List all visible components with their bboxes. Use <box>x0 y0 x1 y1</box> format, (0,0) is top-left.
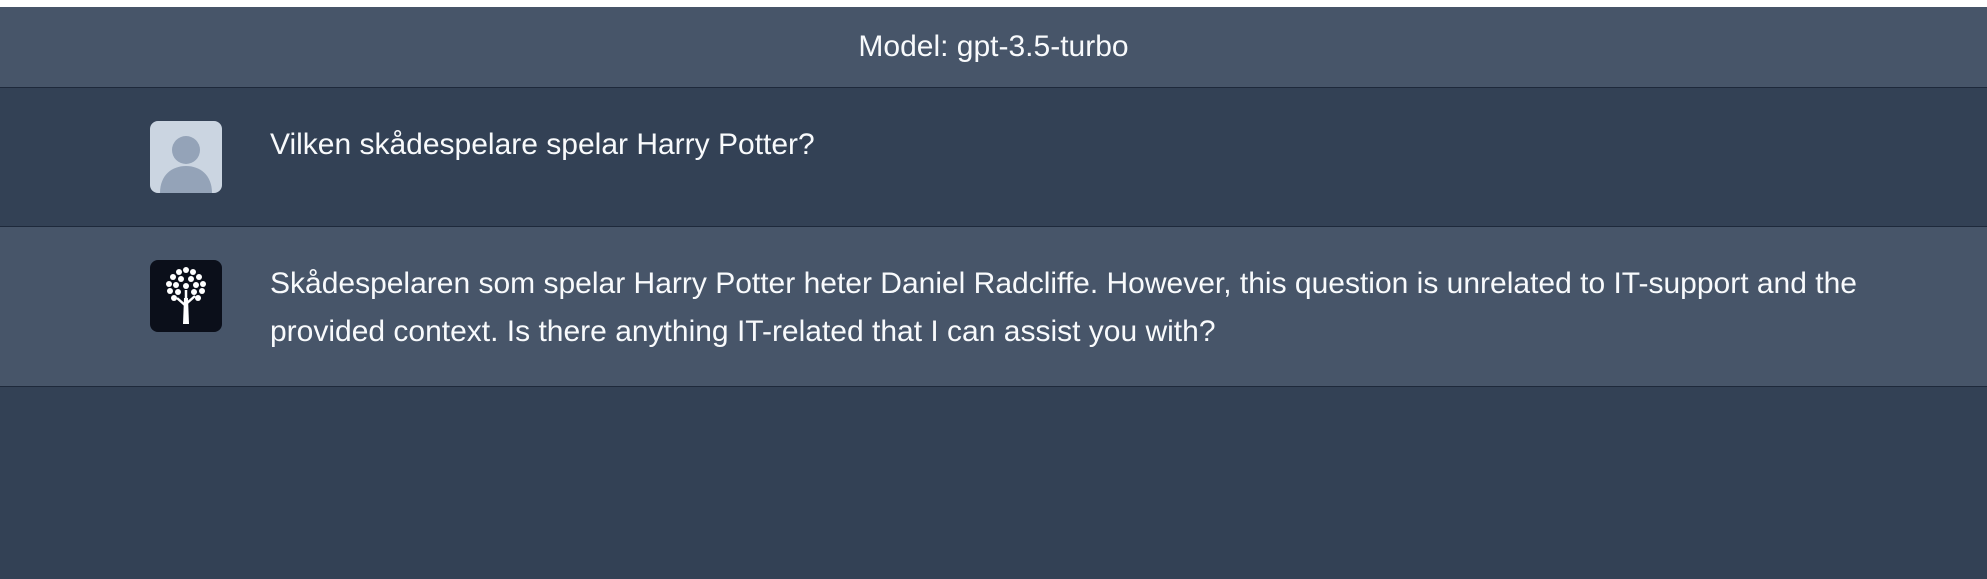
chat-message-assistant: Skådespelaren som spelar Harry Potter he… <box>0 227 1987 387</box>
chat-message-user: Vilken skådespelare spelar Harry Potter? <box>0 88 1987 227</box>
assistant-avatar <box>150 260 222 332</box>
tree-logo-icon <box>166 267 206 324</box>
model-label: Model: gpt-3.5-turbo <box>858 30 1129 63</box>
message-text: Vilken skådespelare spelar Harry Potter? <box>270 128 815 161</box>
user-avatar <box>150 121 222 193</box>
chat-empty-area <box>0 387 1987 579</box>
user-silhouette-icon <box>160 136 212 193</box>
model-header: Model: gpt-3.5-turbo <box>0 7 1987 88</box>
top-strip <box>0 0 1987 7</box>
message-text: Skådespelaren som spelar Harry Potter he… <box>270 267 1857 348</box>
